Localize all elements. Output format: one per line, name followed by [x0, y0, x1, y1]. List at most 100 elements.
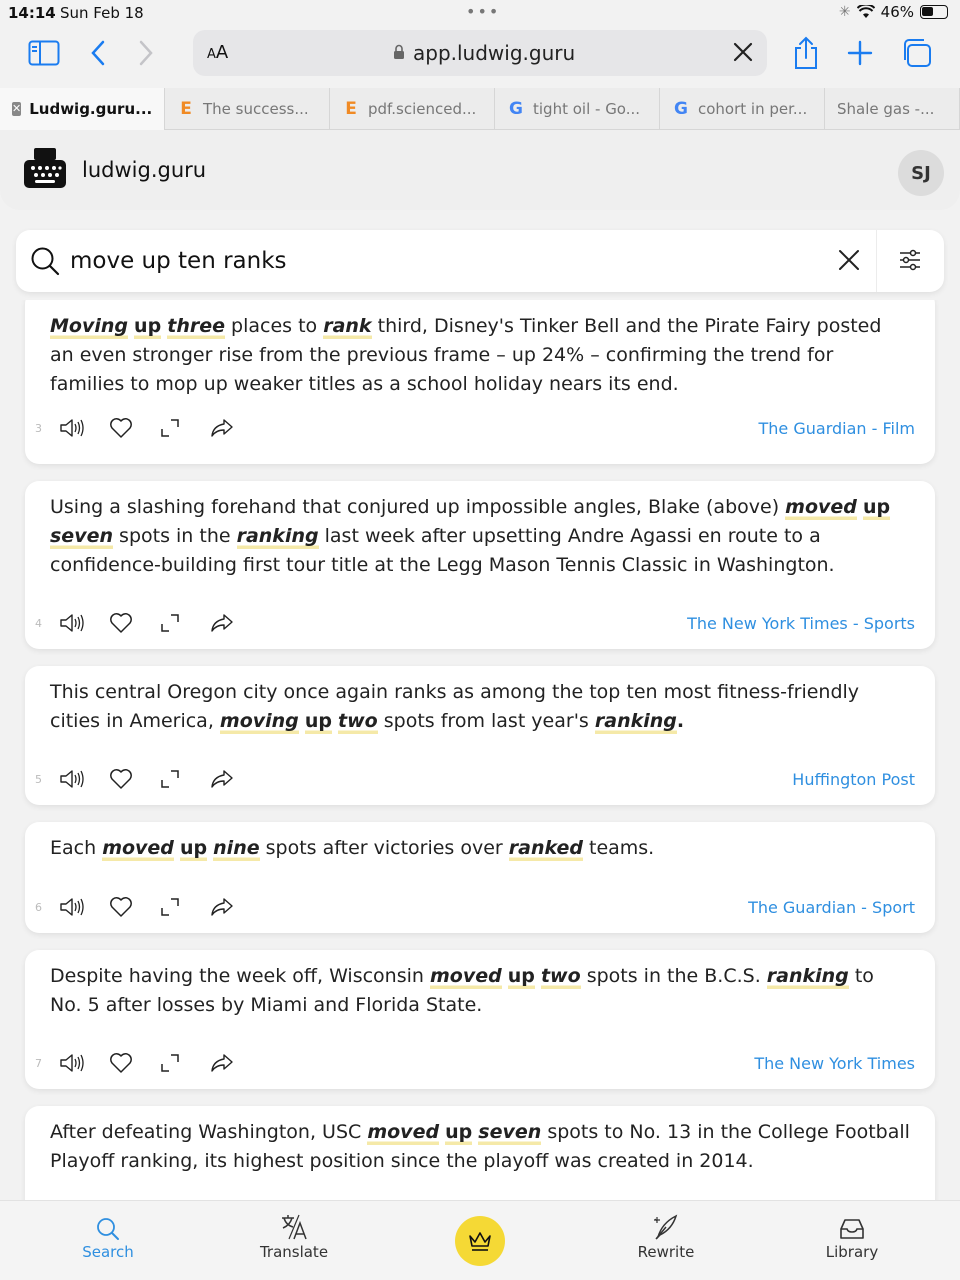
forward-icon[interactable] [128, 36, 164, 70]
tab-label: The success... [203, 100, 309, 118]
result-card[interactable]: After defeating Washington, USC moved up… [25, 1106, 935, 1200]
heart-icon[interactable] [109, 764, 159, 794]
sidebar-toggle-icon[interactable] [26, 36, 62, 70]
heart-icon[interactable] [109, 1048, 159, 1078]
address-bar[interactable]: AA app.ludwig.guru [193, 30, 767, 76]
search-icon [97, 1218, 119, 1240]
clear-search-icon[interactable] [836, 247, 862, 273]
elsevier-favicon-icon: E [180, 99, 192, 119]
result-sentence: After defeating Washington, USC moved up… [50, 1121, 910, 1172]
speaker-icon[interactable] [59, 608, 109, 638]
expand-icon[interactable] [159, 764, 209, 794]
highlighted-term: two [540, 965, 581, 989]
filter-settings-icon[interactable] [898, 248, 922, 272]
tab-label: Ludwig.guru... [29, 100, 153, 118]
search-icon [31, 247, 60, 276]
highlighted-term: up [179, 837, 208, 861]
browser-tab[interactable]: E The success... [165, 88, 330, 130]
clear-url-icon[interactable] [731, 40, 755, 64]
browser-tab[interactable]: G tight oil - Go... [495, 88, 660, 130]
tab-label: tight oil - Go... [533, 100, 641, 118]
tab-overview-icon[interactable] [898, 36, 934, 70]
google-favicon-icon: G [509, 99, 523, 119]
results-list: Moving up three places to rank third, Di… [0, 300, 960, 1200]
browser-tab[interactable]: ✕ Ludwig.guru... [0, 88, 165, 130]
speaker-icon[interactable] [59, 764, 109, 794]
highlighted-term: two [338, 710, 378, 734]
share-result-icon[interactable] [209, 892, 259, 922]
result-sentence: Moving up three places to rank third, Di… [50, 315, 882, 395]
browser-tab[interactable]: Shale gas -... [825, 88, 960, 130]
status-right: ✳ 46% [839, 3, 948, 21]
heart-icon[interactable] [109, 413, 159, 443]
heart-icon[interactable] [109, 608, 159, 638]
result-card[interactable]: Despite having the week off, Wisconsin m… [25, 950, 935, 1089]
result-card[interactable]: Moving up three places to rank third, Di… [25, 300, 935, 464]
result-actions: 5 [35, 764, 259, 794]
brand-name[interactable]: ludwig.guru [82, 158, 206, 182]
reader-settings-button[interactable]: AA [207, 42, 228, 63]
avatar[interactable]: SJ [898, 150, 944, 196]
result-source-link[interactable]: The New York Times [754, 1054, 915, 1073]
premium-crown-button[interactable] [455, 1216, 505, 1266]
typewriter-logo-icon[interactable] [24, 146, 66, 190]
highlighted-term: ranking [766, 965, 849, 989]
highlighted-term: seven [478, 1121, 542, 1145]
close-tab-icon[interactable]: ✕ [12, 102, 22, 116]
highlighted-term: Moving [50, 315, 128, 339]
back-icon[interactable] [80, 36, 116, 70]
search-input[interactable] [70, 240, 830, 282]
result-source-link[interactable]: The Guardian - Film [759, 419, 916, 438]
result-card[interactable]: Each moved up nine spots after victories… [25, 822, 935, 933]
share-result-icon[interactable] [209, 608, 259, 638]
speaker-icon[interactable] [59, 892, 109, 922]
nav-label: Search [82, 1243, 134, 1261]
nav-rewrite[interactable]: Rewrite [606, 1211, 726, 1261]
nav-translate[interactable]: Translate [234, 1211, 354, 1261]
result-number: 4 [35, 616, 42, 630]
share-icon[interactable] [788, 36, 824, 70]
expand-icon[interactable] [159, 892, 209, 922]
divider [876, 230, 877, 292]
nav-search[interactable]: Search [48, 1211, 168, 1261]
share-result-icon[interactable] [209, 413, 259, 443]
battery-percent: 46% [880, 3, 914, 21]
share-result-icon[interactable] [209, 1048, 259, 1078]
new-tab-icon[interactable] [842, 36, 878, 70]
highlighted-term: up [304, 710, 332, 734]
browser-toolbar: AA app.ludwig.guru [0, 26, 960, 88]
result-source-link[interactable]: The New York Times - Sports [687, 614, 915, 633]
highlighted-term: seven [50, 525, 113, 549]
highlighted-term: up [445, 1121, 473, 1145]
result-sentence: Despite having the week off, Wisconsin m… [50, 965, 874, 1016]
status-date: Sun Feb 18 [60, 4, 144, 22]
highlighted-term: three [167, 315, 225, 339]
heart-icon[interactable] [109, 892, 159, 922]
expand-icon[interactable] [159, 413, 209, 443]
result-card[interactable]: This central Oregon city once again rank… [25, 666, 935, 805]
browser-tab[interactable]: G cohort in per... [660, 88, 825, 130]
nav-library[interactable]: Library [792, 1211, 912, 1261]
translate-icon [282, 1214, 307, 1240]
result-card[interactable]: Using a slashing forehand that conjured … [25, 481, 935, 649]
highlighted-term: moved [785, 496, 857, 520]
battery-icon [920, 5, 948, 19]
multitasking-dots[interactable]: ••• [466, 2, 500, 21]
bottom-nav: Search Translate Rewrite Library [0, 1200, 960, 1280]
expand-icon[interactable] [159, 608, 209, 638]
highlighted-term: ranking [594, 710, 677, 734]
speaker-icon[interactable] [59, 413, 109, 443]
browser-tab[interactable]: E pdf.scienced... [330, 88, 495, 130]
result-actions: 3 [35, 413, 259, 443]
result-source-link[interactable]: The Guardian - Sport [748, 898, 915, 917]
url-text: app.ludwig.guru [413, 41, 576, 65]
result-source-link[interactable]: Huffington Post [792, 770, 915, 789]
nav-label: Rewrite [637, 1243, 695, 1261]
share-result-icon[interactable] [209, 764, 259, 794]
result-actions: 6 [35, 892, 259, 922]
expand-icon[interactable] [159, 1048, 209, 1078]
speaker-icon[interactable] [59, 1048, 109, 1078]
rewrite-icon [654, 1214, 678, 1240]
highlighted-term: moved [429, 965, 502, 989]
status-bar: 14:14 Sun Feb 18 ••• ✳ 46% [0, 0, 960, 26]
